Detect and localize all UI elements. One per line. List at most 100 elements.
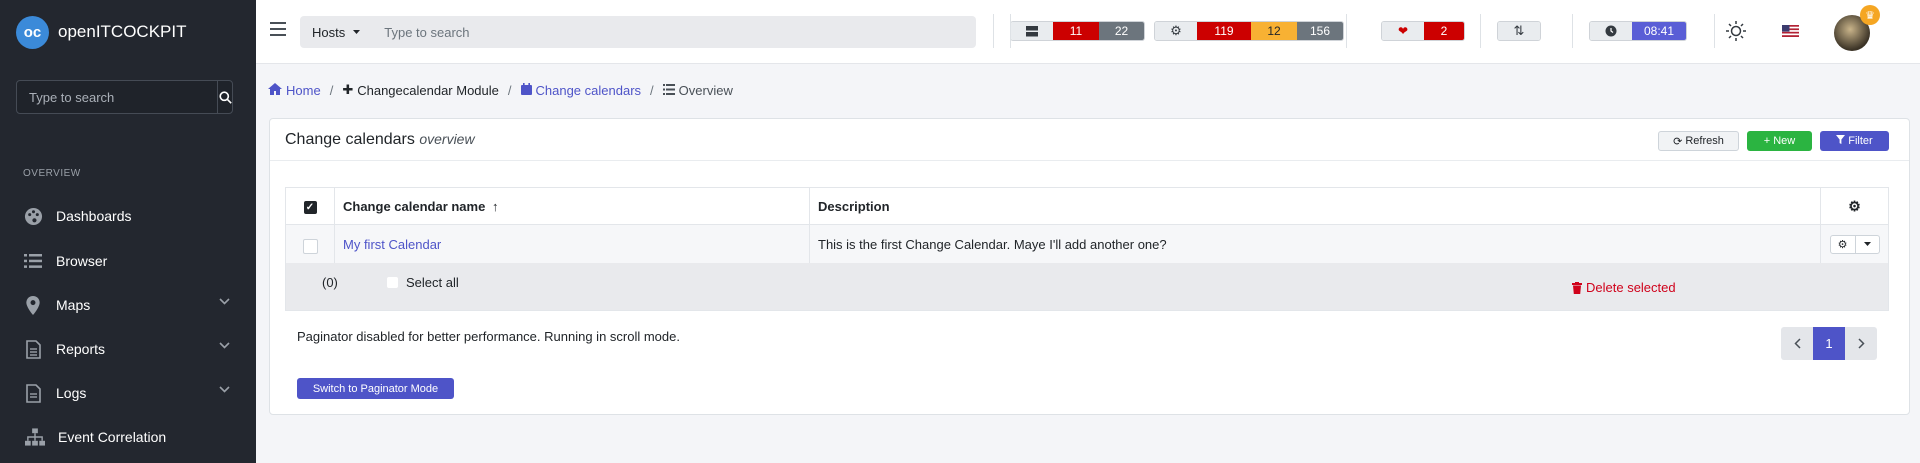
app-logo: oc: [16, 15, 49, 49]
topbar: Hosts 11 22 ⚙ 119 12 156 ❤ 2 ⇅ 08:41: [256, 0, 1920, 64]
document-icon: [23, 383, 43, 403]
change-calendars-card: Change calendars overview ⟳ Refresh + New …: [269, 118, 1910, 415]
table-row: My first Calendar This is the first Chan…: [285, 224, 1889, 264]
delete-selected-label: Delete selected: [1586, 280, 1676, 295]
filter-button-label: Filter: [1848, 135, 1873, 147]
chevron-down-icon: [219, 298, 230, 305]
new-button-label: New: [1773, 135, 1796, 147]
next-page-button[interactable]: [1845, 327, 1877, 360]
sidebar-item-maps[interactable]: Maps: [0, 285, 256, 325]
search-icon: [218, 90, 232, 104]
refresh-toggle[interactable]: ⇅: [1497, 21, 1541, 41]
breadcrumb: Home / ✚ Changecalendar Module / Change …: [268, 82, 733, 98]
row-edit-gear-button[interactable]: ⚙: [1831, 236, 1855, 253]
gear-icon: ⚙: [1155, 22, 1197, 40]
sidebar-item-browser[interactable]: Browser: [0, 241, 256, 281]
sort-asc-icon: ↑: [491, 198, 499, 214]
top-search: Hosts: [300, 16, 976, 48]
theme-toggle-icon[interactable]: [1726, 21, 1746, 41]
crown-icon: ♛: [1860, 5, 1880, 25]
breadcrumb-home[interactable]: Home: [286, 83, 321, 98]
sidebar-search-input[interactable]: [17, 81, 217, 113]
select-all[interactable]: Select all: [387, 275, 459, 290]
health-summary[interactable]: ❤ 2: [1381, 21, 1465, 41]
chevron-down-icon: [219, 342, 230, 349]
sidebar-item-logs[interactable]: Logs: [0, 373, 256, 413]
pagination: 1: [1781, 327, 1877, 360]
chevron-down-icon: [219, 386, 230, 393]
sidebar-item-reports[interactable]: Reports: [0, 329, 256, 369]
menu-toggle-icon[interactable]: [270, 22, 286, 36]
select-all-checkbox-header[interactable]: ✓: [303, 201, 317, 214]
sidebar-item-label: Browser: [56, 253, 108, 269]
puzzle-icon: ✚: [342, 82, 354, 97]
column-header-name[interactable]: Change calendar name ↑: [334, 187, 810, 225]
services-critical-count[interactable]: 119: [1197, 22, 1251, 40]
select-all-checkbox[interactable]: [387, 277, 398, 288]
clock-icon: [1590, 22, 1632, 40]
refresh-button[interactable]: ⟳ Refresh: [1658, 131, 1739, 151]
caret-down-icon: [1863, 242, 1871, 246]
us-flag-icon[interactable]: [1782, 25, 1799, 37]
brand[interactable]: oc openITCOCKPIT: [0, 0, 256, 64]
sync-icon: ⇅: [1498, 22, 1540, 40]
sidebar-item-event-correlation[interactable]: Event Correlation: [0, 417, 256, 457]
prev-page-button[interactable]: [1781, 327, 1813, 360]
row-actions-dropdown[interactable]: [1854, 235, 1879, 253]
home-icon: [268, 82, 282, 98]
list-icon: [662, 83, 675, 98]
sidebar-section-label: OVERVIEW: [23, 168, 81, 179]
search-scope-label: Hosts: [312, 24, 346, 40]
caret-down-icon: [353, 30, 361, 34]
column-header-description: Description: [809, 187, 1821, 225]
switch-paginator-button[interactable]: Switch to Paginator Mode: [297, 378, 454, 399]
service-status-summary[interactable]: ⚙ 119 12 156: [1154, 21, 1344, 41]
page-button-current[interactable]: 1: [1813, 327, 1845, 360]
heartbeat-icon: ❤: [1382, 22, 1424, 40]
list-icon: [23, 251, 43, 271]
sidebar-search: [16, 80, 233, 114]
sidebar-item-dashboards[interactable]: Dashboards: [0, 196, 256, 236]
server-time[interactable]: 08:41: [1589, 21, 1687, 41]
services-unknown-count[interactable]: 156: [1297, 22, 1343, 40]
trash-icon: [1572, 281, 1582, 294]
breadcrumb-page[interactable]: Change calendars: [536, 83, 642, 98]
sidebar-item-label: Reports: [56, 341, 106, 357]
host-status-summary[interactable]: 11 22: [1010, 21, 1145, 41]
new-button[interactable]: + New: [1747, 131, 1812, 151]
card-title-text: Change calendars: [285, 131, 415, 148]
services-warning-count[interactable]: 12: [1251, 22, 1297, 40]
filter-button[interactable]: Filter: [1820, 131, 1889, 151]
card-subtitle: overview: [419, 131, 475, 147]
sidebar-search-button[interactable]: [217, 81, 232, 113]
server-time-value: 08:41: [1632, 22, 1686, 40]
refresh-button-label: Refresh: [1685, 135, 1724, 147]
search-scope-dropdown[interactable]: Hosts: [300, 25, 374, 40]
health-count[interactable]: 2: [1424, 22, 1464, 40]
page-title: Change calendars overview: [285, 131, 475, 149]
column-header-description-label: Description: [818, 198, 890, 214]
palette-icon: [23, 206, 43, 226]
breadcrumb-current: Overview: [678, 82, 733, 98]
select-all-label: Select all: [406, 275, 459, 290]
sidebar-item-label: Dashboards: [56, 208, 132, 224]
gear-icon: ⚙: [1848, 197, 1861, 214]
top-search-input[interactable]: [374, 24, 976, 40]
app-name: openITCOCKPIT: [58, 22, 187, 41]
change-calendars-table: ✓ Change calendar name ↑ Description ⚙ M…: [285, 187, 1889, 264]
delete-selected-button[interactable]: Delete selected: [1572, 280, 1676, 295]
paginator-message: Paginator disabled for better performanc…: [297, 329, 680, 344]
sidebar-item-label: Logs: [56, 385, 87, 401]
hosts-down-count[interactable]: 11: [1053, 22, 1099, 40]
row-actions-cell: ⚙: [1820, 224, 1889, 264]
hosts-unreachable-count[interactable]: 22: [1099, 22, 1144, 40]
chevron-left-icon: [1793, 338, 1801, 349]
sidebar-item-label: Event Correlation: [58, 429, 167, 445]
calendar-name-link[interactable]: My first Calendar: [343, 237, 441, 252]
column-settings[interactable]: ⚙: [1820, 187, 1889, 225]
filter-icon: [1836, 135, 1846, 147]
calendar-icon: [520, 82, 532, 98]
row-checkbox[interactable]: [302, 238, 318, 254]
hierarchy-icon: [25, 427, 45, 447]
breadcrumb-module: Changecalendar Module: [357, 82, 499, 98]
